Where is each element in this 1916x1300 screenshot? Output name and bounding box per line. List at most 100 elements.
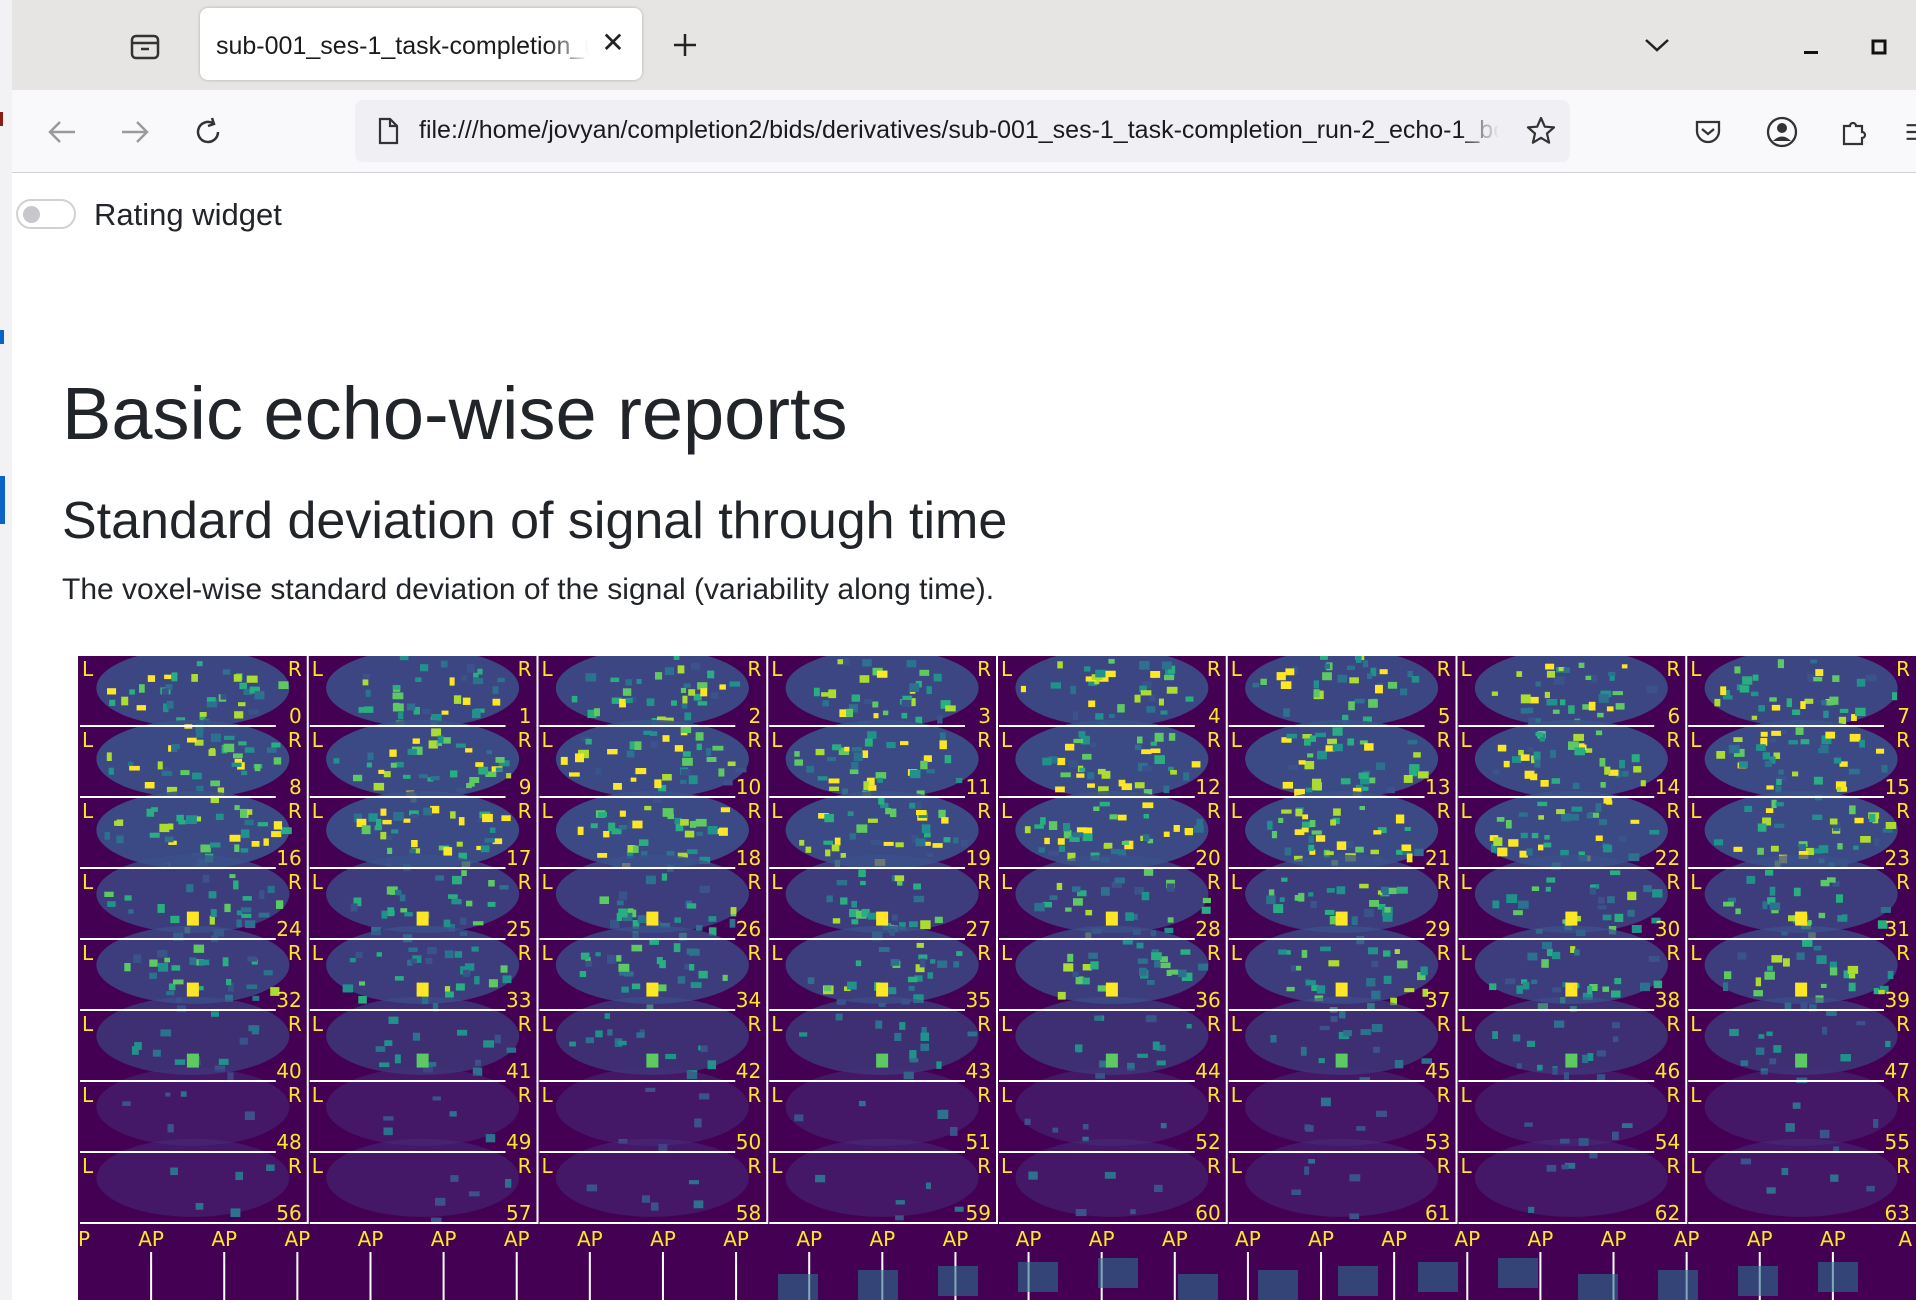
slice-number-label: 40: [276, 1059, 301, 1083]
slice-number-label: 58: [736, 1201, 761, 1224]
slice-right-label: R: [1666, 1154, 1680, 1178]
slice-left-label: L: [1001, 1012, 1013, 1036]
url-bar[interactable]: file:///home/jovyan/completion2/bids/der…: [355, 100, 1570, 162]
slice-number-label: 54: [1655, 1130, 1680, 1154]
pocket-icon[interactable]: [1686, 110, 1730, 154]
close-icon[interactable]: ✕: [598, 28, 628, 58]
maximize-icon[interactable]: [1858, 26, 1900, 68]
plus-icon[interactable]: [664, 24, 706, 66]
slice-number-label: 36: [1195, 988, 1220, 1012]
rating-widget-toggle[interactable]: [16, 199, 76, 229]
slice-number-label: 31: [1885, 917, 1910, 941]
slice-left-label: L: [771, 1083, 783, 1107]
slice-left-label: L: [771, 941, 783, 965]
slice-number-label: 19: [966, 846, 991, 870]
slice-left-label: L: [771, 1012, 783, 1036]
slice-number-label: 33: [506, 988, 531, 1012]
account-icon[interactable]: [1760, 110, 1804, 154]
slice-left-label: L: [312, 799, 324, 823]
star-icon[interactable]: [1524, 114, 1558, 148]
slice-right-label: R: [1896, 870, 1910, 894]
slice-left-label: L: [1231, 1083, 1243, 1107]
slice-number-label: 3: [978, 704, 991, 728]
slice-left-label: L: [1690, 1154, 1702, 1178]
slice-left-label: L: [1231, 657, 1243, 681]
slice-left-label: L: [82, 799, 94, 823]
slice-number-label: 10: [736, 775, 761, 799]
tab-overview-icon[interactable]: [122, 24, 168, 70]
slice-right-label: R: [1437, 1154, 1451, 1178]
slice-left-label: L: [1461, 728, 1473, 752]
slice-right-label: R: [747, 870, 761, 894]
slice-right-label: R: [977, 657, 991, 681]
slice-right-label: R: [1207, 728, 1221, 752]
slice-left-label: L: [1001, 941, 1013, 965]
reload-icon[interactable]: [186, 110, 230, 154]
slice-right-label: R: [1896, 657, 1910, 681]
slice-number-label: 28: [1195, 917, 1220, 941]
slice-left-label: L: [1001, 728, 1013, 752]
puzzle-icon[interactable]: [1832, 110, 1876, 154]
sagittal-label: P: [78, 1227, 90, 1251]
slice-number-label: 52: [1195, 1130, 1220, 1154]
slice-right-label: R: [518, 941, 532, 965]
sagittal-label: AP: [650, 1227, 676, 1251]
slice-number-label: 16: [276, 846, 301, 870]
arrow-right-icon[interactable]: [113, 110, 157, 154]
slice-number-label: 57: [506, 1201, 531, 1224]
tab-bar: sub-001_ses-1_task-completion_run-2_echo…: [12, 0, 1916, 90]
slice-right-label: R: [1207, 657, 1221, 681]
slice-right-label: R: [977, 1154, 991, 1178]
slice-number-label: 0: [289, 704, 302, 728]
mosaic-slice: [96, 719, 290, 798]
document-icon: [373, 116, 403, 146]
slice-number-label: 25: [506, 917, 531, 941]
strip-marker: [0, 112, 3, 126]
slice-right-label: R: [518, 657, 532, 681]
minimize-icon[interactable]: [1790, 26, 1832, 68]
navigation-toolbar: file:///home/jovyan/completion2/bids/der…: [12, 90, 1916, 173]
slice-number-label: 13: [1425, 775, 1450, 799]
page-title: Basic echo-wise reports: [62, 372, 848, 455]
sagittal-label: AP: [1528, 1227, 1554, 1251]
slice-number-label: 22: [1655, 846, 1680, 870]
slice-right-label: R: [1437, 657, 1451, 681]
mosaic-slice: [1015, 719, 1209, 798]
slice-left-label: L: [542, 870, 554, 894]
sagittal-label: AP: [869, 1227, 895, 1251]
slice-right-label: R: [1207, 1154, 1221, 1178]
slice-left-label: L: [1231, 870, 1243, 894]
slice-right-label: R: [1666, 1083, 1680, 1107]
slice-left-label: L: [542, 657, 554, 681]
slice-number-label: 55: [1885, 1130, 1910, 1154]
slice-right-label: R: [747, 657, 761, 681]
slice-right-label: R: [977, 1012, 991, 1036]
slice-right-label: R: [1666, 1012, 1680, 1036]
slice-left-label: L: [82, 1012, 94, 1036]
slice-number-label: 6: [1668, 704, 1681, 728]
url-text[interactable]: file:///home/jovyan/completion2/bids/der…: [419, 116, 1499, 145]
slice-left-label: L: [312, 870, 324, 894]
slice-right-label: R: [288, 657, 302, 681]
sagittal-label: AP: [211, 1227, 237, 1251]
mosaic-slice: [1015, 1138, 1209, 1217]
mosaic-slice: [96, 1067, 290, 1146]
slice-right-label: R: [1437, 941, 1451, 965]
slice-right-label: R: [518, 799, 532, 823]
menu-icon[interactable]: [1904, 110, 1916, 154]
strip-marker: [0, 330, 4, 344]
slice-left-label: L: [1001, 870, 1013, 894]
arrow-left-icon[interactable]: [40, 110, 84, 154]
mosaic-slice: [96, 1138, 290, 1218]
slice-right-label: R: [288, 1154, 302, 1178]
slice-number-label: 4: [1208, 704, 1221, 728]
browser-tab[interactable]: sub-001_ses-1_task-completion_run-2_echo…: [200, 8, 642, 80]
slice-number-label: 38: [1655, 988, 1680, 1012]
slice-right-label: R: [288, 1012, 302, 1036]
slice-left-label: L: [82, 870, 94, 894]
slice-left-label: L: [1001, 1154, 1013, 1178]
slice-right-label: R: [288, 728, 302, 752]
slice-right-label: R: [747, 1154, 761, 1178]
chevron-down-icon[interactable]: [1636, 24, 1678, 66]
mosaic-slice: [1474, 719, 1668, 799]
